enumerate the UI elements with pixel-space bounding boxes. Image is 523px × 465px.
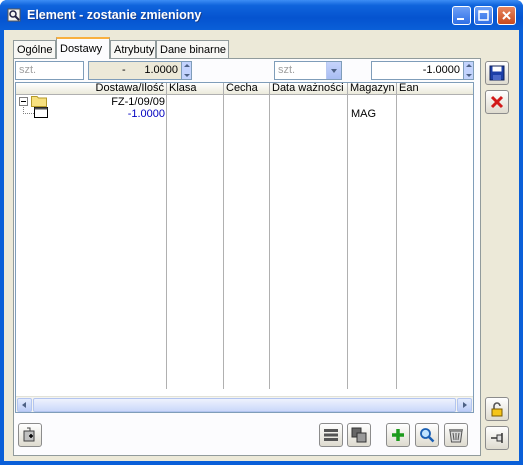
scrollbar-thumb[interactable] [33,398,456,412]
scroll-left-icon[interactable] [17,398,32,412]
column-header-dostawa[interactable]: Dostawa/Ilość [16,83,167,95]
window-title: Element - zostanie zmieniony [27,8,202,22]
unit-combo[interactable]: szt. [274,61,342,80]
column-header-ean[interactable]: Ean [397,83,473,95]
app-icon [7,8,21,22]
trash-icon [449,429,463,443]
minimize-icon [457,18,464,20]
search-button[interactable] [415,423,439,447]
lock-icon [491,402,503,417]
pin-button[interactable] [485,426,509,450]
floppy-disk-icon [489,65,505,81]
pin-icon [491,433,503,443]
list-view-icon [324,429,338,441]
column-divider [166,95,167,389]
quantity-left-spin-icon[interactable] [181,62,191,79]
add-child-icon [23,427,35,442]
unit-combo-value: szt. [278,64,296,76]
maximize-icon [478,10,489,21]
close-icon [490,95,504,109]
save-button[interactable] [485,61,509,85]
column-header-klasa[interactable]: Klasa [167,83,224,95]
tab-panel-dostawy: szt. - 1.0000 szt. -1.0000 Dostawa/Ilość… [13,58,481,456]
maximize-button[interactable] [474,6,493,25]
document-icon [34,107,48,118]
delivery-cell: FZ-1/09/09 [111,96,165,108]
column-header-magazyn[interactable]: Magazyn [348,83,397,95]
add-button[interactable] [386,423,410,447]
tree-view-icon [351,427,367,443]
lock-button[interactable] [485,397,509,421]
app-window: Element - zostanie zmieniony Ogólne Dost… [0,0,523,465]
unit-left-field: szt. [15,61,84,80]
column-divider [347,95,348,389]
tab-atrybuty[interactable]: Atrybuty [110,40,156,58]
quantity-left-stepper[interactable]: - 1.0000 [88,61,192,80]
magazyn-cell: MAG [351,108,377,120]
window-client-area: Ogólne Dostawy Atrybuty Dane binarne szt… [4,30,519,461]
close-button[interactable] [497,6,516,25]
horizontal-scrollbar[interactable] [16,396,473,412]
minimize-button[interactable] [452,6,471,25]
tab-dostawy[interactable]: Dostawy [56,37,110,59]
cancel-button[interactable] [485,90,509,114]
quantity-right-spin-icon[interactable] [463,62,473,79]
scroll-right-icon[interactable] [457,398,472,412]
search-icon [420,428,435,443]
column-divider [269,95,270,389]
quantity-right-value: -1.0000 [422,64,460,76]
list-view-button[interactable] [319,423,343,447]
plus-icon [392,429,404,441]
quantity-left-value: 1.0000 [144,64,178,76]
quantity-right-stepper[interactable]: -1.0000 [371,61,474,80]
column-header-data-waznosci[interactable]: Data ważności [270,83,348,95]
quantity-left-prefix: - [122,64,126,76]
delete-button[interactable] [444,423,468,447]
tree-view-button[interactable] [347,423,371,447]
column-divider [396,95,397,389]
column-divider [223,95,224,389]
column-divider [473,95,474,389]
tab-ogolne[interactable]: Ogólne [13,40,56,58]
delivery-grid[interactable]: Dostawa/Ilość Klasa Cecha Data ważności … [15,82,474,413]
tab-dane-binarne[interactable]: Dane binarne [156,40,229,58]
add-child-button[interactable] [18,423,42,447]
column-header-cecha[interactable]: Cecha [224,83,270,95]
chevron-down-icon[interactable] [326,62,341,79]
quantity-cell: -1.0000 [127,108,165,120]
close-icon [502,11,511,20]
title-bar[interactable]: Element - zostanie zmieniony [0,0,523,30]
